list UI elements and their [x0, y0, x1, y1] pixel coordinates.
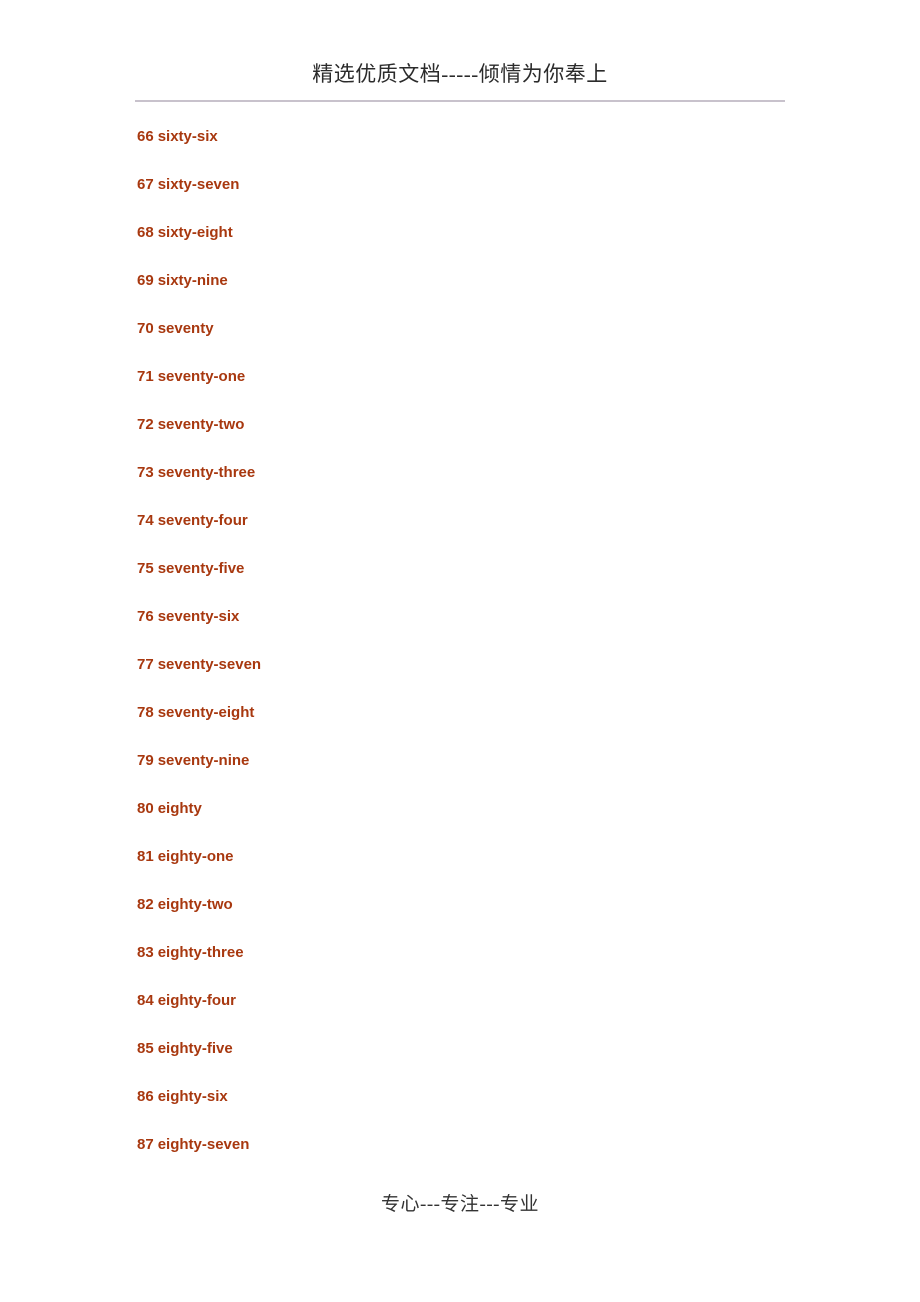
list-item: 73 seventy-three [137, 460, 837, 508]
number-word-list: 66 sixty-six 67 sixty-seven 68 sixty-eight 69 s… [137, 124, 837, 1180]
list-item: 70 seventy [137, 316, 837, 364]
list-item-word: seventy-one [157, 368, 246, 385]
list-item-word: seventy-three [157, 464, 256, 481]
header-title: 精选优质文档-----倾情为你奉上 [312, 62, 608, 86]
list-item-number: 82 [137, 896, 154, 913]
list-item-number: 77 [137, 656, 154, 673]
list-item-number: 68 [137, 224, 154, 241]
list-item-number: 72 [137, 416, 154, 433]
list-item-number: 75 [137, 560, 154, 577]
list-item-number: 73 [137, 464, 154, 481]
list-item-word: seventy-five [157, 560, 245, 577]
list-item-word: eighty-six [157, 1088, 228, 1105]
list-item-number: 74 [137, 512, 154, 529]
list-item-word: seventy-nine [157, 752, 250, 769]
list-item-word: seventy-seven [157, 656, 262, 673]
list-item-number: 70 [137, 320, 154, 337]
header-divider [135, 100, 785, 102]
list-item-number: 81 [137, 848, 154, 865]
footer-slogan: 专心---专注---专业 [381, 1194, 539, 1215]
list-item-word: eighty-two [157, 896, 233, 913]
list-item: 69 sixty-nine [137, 268, 837, 316]
list-item-number: 67 [137, 176, 154, 193]
list-item-number: 69 [137, 272, 154, 289]
list-item-number: 78 [137, 704, 154, 721]
list-item: 86 eighty-six [137, 1084, 837, 1132]
list-item-word: eighty-seven [157, 1136, 250, 1153]
list-item-number: 76 [137, 608, 154, 625]
list-item-word: seventy-two [157, 416, 245, 433]
list-item: 87 eighty-seven [137, 1132, 837, 1180]
list-item: 72 seventy-two [137, 412, 837, 460]
list-item-word: seventy [157, 320, 214, 337]
document-page: 精选优质文档-----倾情为你奉上 66 sixty-six 67 sixty-sev… [0, 0, 920, 1302]
list-item-word: eighty-four [157, 992, 237, 1009]
list-item-number: 87 [137, 1136, 154, 1153]
list-item-number: 80 [137, 800, 154, 817]
document-header: 精选优质文档-----倾情为你奉上 [0, 60, 920, 88]
list-item: 80 eighty [137, 796, 837, 844]
list-item-number: 86 [137, 1088, 154, 1105]
list-item-word: eighty [157, 800, 202, 817]
document-footer: 专心---专注---专业 [0, 1192, 920, 1218]
list-item-word: seventy-eight [157, 704, 255, 721]
list-item-number: 84 [137, 992, 154, 1009]
list-item-word: eighty-one [157, 848, 234, 865]
list-item: 78 seventy-eight [137, 700, 837, 748]
list-item-word: seventy-four [157, 512, 248, 529]
list-item-number: 71 [137, 368, 154, 385]
list-item: 74 seventy-four [137, 508, 837, 556]
list-item-word: sixty-nine [157, 272, 228, 289]
list-item: 71 seventy-one [137, 364, 837, 412]
list-item-word: seventy-six [157, 608, 240, 625]
list-item: 76 seventy-six [137, 604, 837, 652]
list-item: 77 seventy-seven [137, 652, 837, 700]
list-item: 68 sixty-eight [137, 220, 837, 268]
list-item-number: 85 [137, 1040, 154, 1057]
list-item-word: eighty-three [157, 944, 244, 961]
list-item: 66 sixty-six [137, 124, 837, 172]
list-item-word: sixty-eight [157, 224, 233, 241]
list-item-word: sixty-six [157, 128, 218, 145]
list-item: 84 eighty-four [137, 988, 837, 1036]
list-item: 79 seventy-nine [137, 748, 837, 796]
list-item: 75 seventy-five [137, 556, 837, 604]
list-item-number: 79 [137, 752, 154, 769]
list-item-number: 66 [137, 128, 154, 145]
list-item: 85 eighty-five [137, 1036, 837, 1084]
list-item-number: 83 [137, 944, 154, 961]
list-item-word: sixty-seven [157, 176, 240, 193]
list-item-word: eighty-five [157, 1040, 233, 1057]
list-item: 82 eighty-two [137, 892, 837, 940]
list-item: 67 sixty-seven [137, 172, 837, 220]
list-item: 83 eighty-three [137, 940, 837, 988]
list-item: 81 eighty-one [137, 844, 837, 892]
